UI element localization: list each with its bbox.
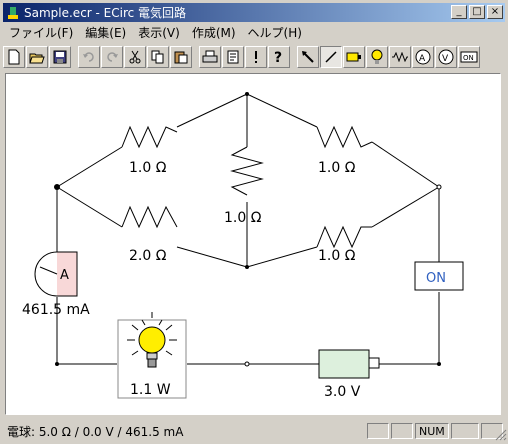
wire[interactable] [246, 246, 318, 268]
menu-help[interactable]: ヘルプ(H) [242, 24, 308, 41]
ammeter-reading: 461.5 mA [22, 302, 90, 318]
paste-icon[interactable] [170, 46, 192, 68]
maximize-button[interactable]: □ [469, 5, 485, 19]
print-preview-icon[interactable] [222, 46, 244, 68]
wire[interactable] [379, 292, 440, 365]
wire[interactable] [371, 141, 440, 188]
wire[interactable] [176, 246, 248, 268]
bulb-tool-icon[interactable] [366, 46, 388, 68]
node[interactable] [437, 362, 441, 366]
wire[interactable] [56, 146, 123, 188]
resistor-label: 1.0 Ω [129, 160, 167, 176]
info-icon[interactable] [245, 46, 267, 68]
node[interactable] [244, 361, 250, 367]
close-button[interactable]: × [487, 5, 503, 19]
resistor-label: 2.0 Ω [129, 248, 167, 264]
wire[interactable] [176, 93, 248, 128]
status-pane [391, 423, 413, 439]
copy-icon[interactable] [147, 46, 169, 68]
minimize-button[interactable]: _ [451, 5, 467, 19]
wire[interactable] [56, 186, 123, 228]
help-icon[interactable]: ? [268, 46, 290, 68]
resistor-bottom-left[interactable] [121, 205, 178, 229]
node[interactable] [54, 184, 60, 190]
menu-bar: ファイル(F) 編集(E) 表示(V) 作成(M) ヘルプ(H) [3, 23, 505, 41]
node[interactable] [55, 362, 59, 366]
application-window: Sample.ecr - ECirc 電気回路 _ □ × ファイル(F) 編集… [0, 0, 508, 443]
switch[interactable]: ON [414, 261, 464, 291]
bulb-label: 1.1 W [130, 382, 171, 398]
menu-view[interactable]: 表示(V) [132, 24, 186, 41]
menu-edit[interactable]: 編集(E) [79, 24, 132, 41]
battery-label: 3.0 V [324, 384, 361, 400]
svg-text:?: ? [274, 50, 282, 65]
save-icon[interactable] [49, 46, 71, 68]
select-tool-icon[interactable] [297, 46, 319, 68]
app-icon [5, 5, 21, 21]
resistor-label: 1.0 Ω [224, 210, 262, 226]
voltmeter-tool-icon[interactable]: V [435, 46, 457, 68]
switch-tool-icon[interactable]: ON [458, 46, 480, 68]
wire-tool-icon[interactable] [320, 46, 342, 68]
open-icon[interactable] [26, 46, 48, 68]
menu-create[interactable]: 作成(M) [186, 24, 242, 41]
resistor-top-right[interactable] [316, 125, 373, 149]
status-text: 電球: 5.0 Ω / 0.0 V / 461.5 mA [7, 424, 184, 439]
battery-tool-icon[interactable] [343, 46, 365, 68]
switch-label: ON [426, 271, 446, 286]
resistor-top-left[interactable] [121, 125, 178, 149]
node[interactable] [436, 184, 442, 190]
svg-text:ON: ON [463, 54, 474, 62]
status-pane [367, 423, 389, 439]
svg-text:V: V [442, 54, 449, 64]
resize-grip-icon[interactable] [495, 429, 507, 441]
resistor-label: 1.0 Ω [318, 248, 356, 264]
window-title: Sample.ecr - ECirc 電気回路 [24, 6, 187, 20]
ammeter-tool-icon[interactable]: A [412, 46, 434, 68]
redo-icon[interactable] [101, 46, 123, 68]
light-bulb[interactable]: 1.1 W [117, 312, 187, 399]
wire[interactable] [246, 93, 318, 128]
circuit-diagram: 1.0 Ω 1.0 Ω 2.0 Ω 1.0 Ω 1.0 Ω A 461.5 mA [22, 92, 464, 400]
resistor-bottom-right[interactable] [316, 225, 372, 249]
status-pane [451, 423, 479, 439]
new-icon[interactable] [3, 46, 25, 68]
battery[interactable]: 3.0 V [318, 349, 380, 400]
toolbar: ? A V ON [3, 44, 505, 70]
cut-icon[interactable] [124, 46, 146, 68]
ammeter-symbol: A [60, 268, 69, 283]
node[interactable] [245, 265, 249, 269]
print-icon[interactable] [199, 46, 221, 68]
node[interactable] [245, 92, 249, 96]
undo-icon[interactable] [78, 46, 100, 68]
title-bar[interactable]: Sample.ecr - ECirc 電気回路 _ □ × [3, 3, 505, 22]
status-bar: 電球: 5.0 Ω / 0.0 V / 461.5 mA NUM [3, 421, 507, 441]
wire[interactable] [371, 186, 440, 228]
resistor-label: 1.0 Ω [318, 160, 356, 176]
resistor-center[interactable] [230, 146, 264, 196]
svg-text:A: A [419, 54, 426, 64]
circuit-canvas[interactable]: 1.0 Ω 1.0 Ω 2.0 Ω 1.0 Ω 1.0 Ω A 461.5 mA [5, 73, 501, 415]
ammeter[interactable]: A [34, 251, 78, 297]
num-lock-indicator: NUM [415, 423, 449, 439]
menu-file[interactable]: ファイル(F) [3, 24, 79, 41]
resistor-tool-icon[interactable] [389, 46, 411, 68]
